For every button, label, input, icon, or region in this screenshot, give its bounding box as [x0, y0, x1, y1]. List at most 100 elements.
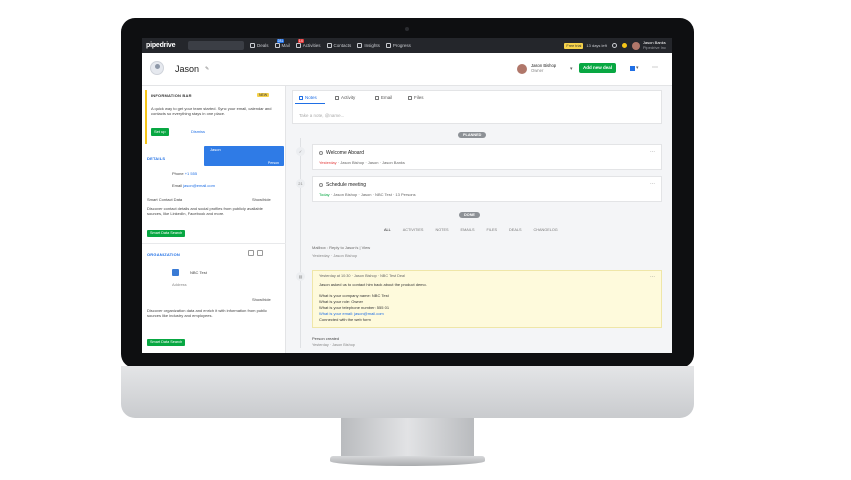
- org-show-hide-link[interactable]: Show/hide: [252, 297, 271, 302]
- nav-label: Deals: [257, 43, 269, 48]
- monitor-chin: [121, 366, 694, 418]
- tab-label: Email: [381, 95, 393, 100]
- global-search-input[interactable]: [188, 41, 244, 50]
- checkbox-icon[interactable]: [319, 151, 323, 155]
- note-meta: Yesterday at 10:30 · Jason Bishop · NBC …: [319, 274, 405, 278]
- filter-emails[interactable]: EMAILS: [461, 228, 475, 232]
- nav-contacts[interactable]: Contacts: [326, 43, 351, 48]
- activity-card[interactable]: Welcome Aboard Yesterday · Jason Bishop …: [312, 144, 662, 170]
- filter-files[interactable]: FILES: [486, 228, 497, 232]
- activity-title-text: Welcome Aboard: [326, 150, 364, 156]
- planned-label: PLANNED: [458, 132, 487, 138]
- composer-card: Notes Activity Email Files Take a note, …: [292, 90, 662, 124]
- tips-icon[interactable]: [621, 43, 627, 48]
- smart-contact-text: Discover contact details and social prof…: [147, 206, 263, 216]
- set-up-button[interactable]: Set up: [151, 128, 169, 136]
- note-line: Connected with the web form: [319, 317, 371, 322]
- activity-title[interactable]: Welcome Aboard: [319, 150, 364, 156]
- history-event: Person created: [312, 336, 340, 341]
- chevron-down-icon[interactable]: ▾: [570, 66, 573, 72]
- nav-mail[interactable]: 281 Mail: [274, 39, 290, 48]
- note-card[interactable]: Yesterday at 10:30 · Jason Bishop · NBC …: [312, 270, 662, 328]
- topbar-right: Free trial 13 days left Jason Banks Piped…: [564, 40, 672, 50]
- email-row: Email jason@email.com: [172, 183, 215, 188]
- user-avatar[interactable]: [631, 41, 640, 50]
- camera-dot: [405, 27, 409, 31]
- phone-value[interactable]: +1 555: [185, 171, 197, 176]
- tab-notes[interactable]: Notes: [299, 95, 317, 100]
- org-smart-data-search-button[interactable]: Smart Data Search: [147, 339, 186, 346]
- nav-label: Mail: [281, 43, 290, 48]
- deals-icon: [250, 43, 255, 48]
- tab-label: Files: [414, 95, 424, 100]
- filter-deals[interactable]: DEALS: [509, 228, 521, 232]
- activity-meta-text: Jason Bishop · Jason · NBC Test · 13 Per…: [333, 192, 416, 197]
- activity-meta-text: Jason Bishop · Jason · Jason Banks: [340, 160, 405, 165]
- tag-icon[interactable]: ✎: [205, 66, 209, 72]
- org-smart-text: Discover organization data and enrich it…: [147, 308, 268, 318]
- note-line[interactable]: What is your email: jason@mail.com: [319, 311, 384, 316]
- more-options-icon[interactable]: ⋯: [650, 274, 655, 280]
- smart-data-search-button[interactable]: Smart Data Search: [147, 230, 186, 237]
- monitor-foot: [330, 456, 485, 466]
- page-title: Jason: [175, 64, 200, 74]
- checkbox-icon[interactable]: [319, 183, 323, 187]
- left-sidebar: INFORMATION BAR NEW A quick way to get y…: [142, 86, 286, 353]
- divider: [142, 243, 286, 244]
- filter-notes[interactable]: NOTES: [435, 228, 448, 232]
- pipedrive-logo[interactable]: pipedrive: [146, 42, 188, 49]
- nav-deals[interactable]: Deals: [250, 43, 269, 48]
- email-value[interactable]: jason@email.com: [183, 183, 215, 188]
- smart-contact-title: Smart Contact Data: [147, 197, 183, 202]
- show-hide-link[interactable]: Show/hide: [252, 197, 271, 202]
- dismiss-link[interactable]: Dismiss: [191, 129, 205, 134]
- nav-label: Insights: [364, 43, 380, 48]
- person-icon: [150, 61, 164, 75]
- owner-avatar[interactable]: [517, 64, 527, 74]
- nav-insights[interactable]: Insights: [357, 43, 380, 48]
- organization-icon: [172, 269, 179, 276]
- tab-label: Notes: [305, 95, 317, 100]
- organization-name[interactable]: NBC Test: [190, 270, 207, 275]
- done-label: DONE: [459, 212, 480, 218]
- details-section-title[interactable]: DETAILS: [147, 156, 165, 161]
- add-new-deal-button[interactable]: Add new deal: [579, 63, 617, 73]
- files-icon: [408, 95, 412, 100]
- info-bar-title: INFORMATION BAR: [151, 93, 192, 98]
- timeline-line: [300, 138, 301, 348]
- trial-days-left: 13 days left: [586, 43, 607, 48]
- activity-title-text: Schedule meeting: [326, 182, 367, 188]
- more-options-icon[interactable]: ⋯: [652, 64, 658, 71]
- chevron-down-icon[interactable]: ▾: [636, 65, 639, 71]
- filter-changelog[interactable]: CHANGELOG: [534, 228, 558, 232]
- filter-all[interactable]: ALL: [384, 228, 391, 232]
- chevron-down-icon[interactable]: [257, 250, 263, 256]
- activity-card[interactable]: Schedule meeting Today · Jason Bishop · …: [312, 176, 662, 202]
- person-header: Jason ✎ Jason Bishop Owner ▾ Add new deal…: [142, 53, 672, 86]
- organization-section-title[interactable]: ORGANIZATION: [147, 252, 180, 257]
- more-options-icon[interactable]: ⋯: [650, 181, 655, 187]
- phone-label: Phone: [172, 171, 184, 176]
- tab-files[interactable]: Files: [408, 95, 424, 100]
- note-input[interactable]: Take a note, @name...: [299, 113, 344, 118]
- history-item[interactable]: Mailbox : Reply to Jason's | View: [312, 245, 370, 250]
- activity-title[interactable]: Schedule meeting: [319, 182, 366, 188]
- user-menu[interactable]: Jason Banks Pipedrive Inc: [643, 40, 666, 50]
- activity-meta: Yesterday · Jason Bishop · Jason · Jason…: [319, 160, 405, 165]
- mail-icon: [274, 43, 280, 48]
- popover-note: Person: [267, 161, 279, 165]
- hint-popover[interactable]: Jason Person: [204, 146, 284, 166]
- nav-progress[interactable]: Progress: [385, 43, 411, 48]
- nav-activities[interactable]: 14 Activities: [295, 39, 321, 48]
- tab-email[interactable]: Email: [375, 95, 392, 100]
- help-icon[interactable]: [611, 43, 617, 48]
- filter-activities[interactable]: ACTIVITIES: [403, 228, 424, 232]
- edit-icon[interactable]: [248, 250, 254, 256]
- view-toggle-icon[interactable]: [630, 66, 635, 71]
- owner-selector[interactable]: Jason Bishop Owner: [531, 63, 556, 73]
- tab-activity[interactable]: Activity: [335, 95, 355, 100]
- note-line: Jason asked us to contact him back about…: [319, 282, 427, 287]
- more-options-icon[interactable]: ⋯: [650, 149, 655, 155]
- top-navigation-bar: pipedrive Deals 281 Mail 14 Activities Con…: [142, 38, 672, 53]
- trial-badge[interactable]: Free trial: [564, 42, 584, 49]
